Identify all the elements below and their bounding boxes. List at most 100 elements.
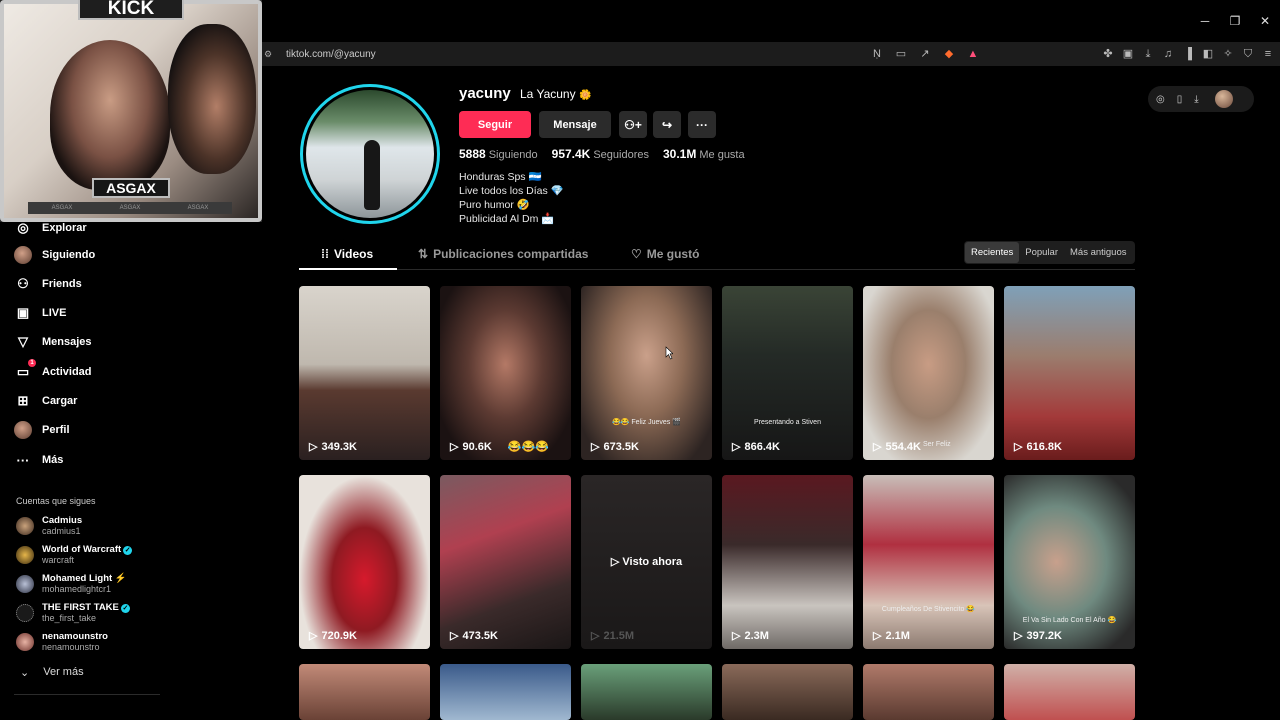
following-account[interactable]: THE FIRST TAKE ✓ the_first_take bbox=[16, 602, 130, 623]
sidebar-item-cargar[interactable]: ⊞ Cargar bbox=[14, 392, 78, 410]
add-friend-button[interactable]: ⚇+ bbox=[619, 111, 647, 138]
leo-icon[interactable]: ✧ bbox=[1222, 47, 1234, 61]
sort-oldest[interactable]: Más antiguos bbox=[1064, 242, 1133, 263]
sidebar-item-live[interactable]: ▣ LIVE bbox=[14, 304, 67, 322]
brave-shield-icon[interactable]: ◆ bbox=[942, 47, 956, 61]
brave-wallet-icon[interactable]: ◧ bbox=[1202, 47, 1214, 61]
share-profile-button[interactable]: ↪ bbox=[653, 111, 681, 138]
video-caption: Cumpleaños De Stivencito 😂 bbox=[881, 606, 976, 613]
view-count: ▷ 2.1M bbox=[873, 629, 910, 643]
video-tile[interactable] bbox=[722, 664, 853, 720]
play-icon: ▷ bbox=[450, 630, 459, 642]
cast-icon[interactable]: ▭ bbox=[894, 47, 908, 61]
video-tile[interactable]: ▷ 473.5K bbox=[440, 475, 571, 649]
sidebar-item-perfil[interactable]: Perfil bbox=[14, 421, 70, 439]
view-count: ▷ 473.5K bbox=[450, 629, 498, 643]
play-icon: ▷ bbox=[732, 441, 741, 453]
sidebar-item-friends[interactable]: ⚇ Friends bbox=[14, 275, 82, 293]
restore-button[interactable]: ❐ bbox=[1220, 14, 1250, 28]
follow-button[interactable]: Seguir bbox=[459, 111, 531, 138]
profile-avatar[interactable] bbox=[300, 84, 440, 224]
tab-reposts[interactable]: ⇅ Publicaciones compartidas bbox=[418, 247, 588, 261]
video-tile[interactable]: ▷ 720.9K bbox=[299, 475, 430, 649]
video-tile[interactable]: ▷ 616.8K bbox=[1004, 286, 1135, 460]
sidebar-item-mas[interactable]: ··· Más bbox=[14, 451, 64, 469]
account-name: nenamounstro bbox=[42, 631, 108, 642]
view-count-value: 554.4K bbox=[885, 440, 921, 453]
account-handle: cadmius1 bbox=[42, 526, 81, 536]
share-icon[interactable]: ↗ bbox=[918, 47, 932, 61]
wallet-icon[interactable]: ▣ bbox=[1122, 47, 1134, 61]
video-tile[interactable] bbox=[863, 664, 994, 720]
video-tile[interactable]: Ser Feliz ▷ 554.4K bbox=[863, 286, 994, 460]
url-text[interactable]: tiktok.com/@yacuny bbox=[286, 49, 376, 60]
address-bar[interactable]: ⚙ tiktok.com/@yacuny Ṇ ▭ ↗ ◆ ▲ ✤ ▣ ⤓ ♫ ▐… bbox=[260, 42, 1280, 66]
tab-liked[interactable]: ♡ Me gustó bbox=[631, 247, 699, 261]
sidebar-item-label: Explorar bbox=[42, 222, 87, 234]
tab-videos[interactable]: ⁞⁞ Videos bbox=[321, 247, 373, 261]
video-tile[interactable]: ▷ 349.3K bbox=[299, 286, 430, 460]
video-tile[interactable]: Presentando a Stiven ▷ 866.4K bbox=[722, 286, 853, 460]
downloads-icon[interactable]: ⤓ bbox=[1142, 47, 1154, 61]
close-window-button[interactable]: ✕ bbox=[1250, 14, 1280, 28]
more-options-button[interactable]: ··· bbox=[688, 111, 716, 138]
minimize-button[interactable]: ─ bbox=[1190, 14, 1220, 28]
sidebar-item-explorar[interactable]: ◎ Explorar bbox=[14, 219, 87, 237]
no-translate-icon[interactable]: Ṇ bbox=[870, 47, 884, 61]
music-icon[interactable]: ♫ bbox=[1162, 47, 1174, 61]
activity-icon: ▭ 1 bbox=[14, 359, 36, 381]
sidebar-item-label: Actividad bbox=[42, 366, 92, 378]
following-account[interactable]: Cadmius cadmius1 bbox=[16, 515, 82, 536]
video-tile[interactable]: ▷ 90.6K 😂😂😂 bbox=[440, 286, 571, 460]
followers-stat[interactable]: 957.4K Seguidores bbox=[552, 147, 649, 161]
play-icon: ▷ bbox=[610, 556, 620, 568]
message-button[interactable]: Mensaje bbox=[539, 111, 611, 138]
video-tile[interactable] bbox=[440, 664, 571, 720]
sidebar-item-actividad[interactable]: ▭ 1 Actividad bbox=[14, 359, 92, 381]
stat-value: 30.1M bbox=[663, 147, 697, 161]
likes-stat: 30.1M Me gusta bbox=[663, 147, 745, 161]
sidebar-item-mensajes[interactable]: ▽ Mensajes bbox=[14, 333, 92, 351]
account-avatar[interactable] bbox=[1214, 90, 1233, 108]
video-tile[interactable]: 😂😂 Feliz Jueves 🎬 ▷ 673.5K bbox=[581, 286, 712, 460]
video-tile[interactable] bbox=[299, 664, 430, 720]
stat-label: Siguiendo bbox=[488, 149, 538, 161]
following-account[interactable]: Mohamed Light ⚡ mohamedlightcr1 bbox=[16, 573, 127, 594]
download-app-icon[interactable]: ⤓ bbox=[1194, 94, 1198, 105]
following-account[interactable]: nenamounstro nenamounstro bbox=[16, 631, 108, 652]
view-count: ▷ 2.3M bbox=[732, 629, 769, 643]
coins-icon[interactable]: ◎ bbox=[1156, 94, 1165, 105]
chevron-down-icon: ⌄ bbox=[20, 667, 30, 679]
site-settings-icon[interactable]: ⚙ bbox=[264, 49, 278, 60]
sidebar-toggle-icon[interactable]: ▐ bbox=[1182, 47, 1194, 61]
sidebar-item-label: Siguiendo bbox=[42, 249, 96, 261]
menu-icon[interactable]: ≡ bbox=[1262, 47, 1274, 61]
view-count-value: 2.1M bbox=[885, 629, 910, 642]
device-icon[interactable]: ▯ bbox=[1177, 94, 1183, 105]
extensions-icon[interactable]: ✤ bbox=[1102, 47, 1114, 61]
video-tile[interactable]: Cumpleaños De Stivencito 😂 ▷ 2.1M bbox=[863, 475, 994, 649]
see-more-button[interactable]: ⌄ Ver más bbox=[20, 666, 84, 679]
brave-rewards-icon[interactable]: ▲ bbox=[966, 47, 980, 61]
tabs-divider bbox=[299, 269, 1135, 270]
sort-recent[interactable]: Recientes bbox=[965, 242, 1020, 263]
video-tile[interactable] bbox=[581, 664, 712, 720]
bio-line: Puro humor 🤣 bbox=[459, 199, 530, 211]
sort-popular[interactable]: Popular bbox=[1019, 242, 1064, 263]
video-tile[interactable]: El Va Sin Lado Con El Año 😂 ▷ 397.2K bbox=[1004, 475, 1135, 649]
notification-badge: 1 bbox=[28, 359, 36, 367]
following-account[interactable]: World of Warcraft ✓ warcraft bbox=[16, 544, 133, 565]
sidebar-item-siguiendo[interactable]: Siguiendo bbox=[14, 246, 95, 264]
avatar-icon bbox=[14, 246, 32, 264]
vpn-icon[interactable]: ⛉ bbox=[1242, 47, 1254, 61]
following-stat[interactable]: 5888 Siguiendo bbox=[459, 147, 538, 161]
video-tile[interactable]: ▷ Visto ahora ▷ 21.5M bbox=[581, 475, 712, 649]
video-tile[interactable] bbox=[1004, 664, 1135, 720]
view-count-value: 397.2K bbox=[1026, 629, 1062, 642]
profile-username: yacuny bbox=[459, 85, 511, 102]
video-tile[interactable]: ▷ 2.3M bbox=[722, 475, 853, 649]
stat-label: Me gusta bbox=[699, 149, 745, 161]
avatar bbox=[16, 603, 34, 622]
play-icon: ▷ bbox=[873, 630, 882, 642]
view-count-value: 673.5K bbox=[603, 440, 639, 453]
